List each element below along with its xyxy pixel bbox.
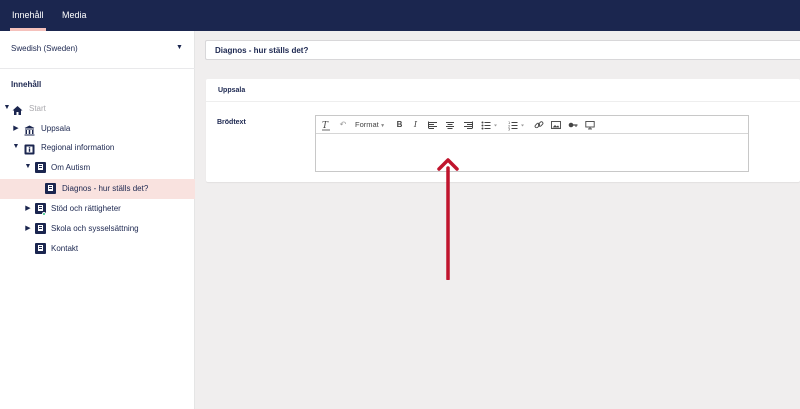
image-icon[interactable] bbox=[551, 119, 561, 131]
caret-right-icon[interactable]: ▶ bbox=[24, 204, 32, 212]
rte-toolbar: T ↶ Format ▼ B I 123 bbox=[316, 116, 748, 134]
rte-content-area[interactable] bbox=[316, 135, 748, 171]
tree-item-stod-och-rattigheter[interactable]: ▶ Stöd och rättigheter bbox=[0, 199, 195, 219]
tree-item-skola-och-sysselsattning[interactable]: ▶ Skola och sysselsättning bbox=[0, 219, 195, 239]
property-group-panel: Uppsala Brödtext T ↶ Format ▼ B I 1 2 3 bbox=[206, 79, 800, 182]
caret-down-icon[interactable]: ▼ bbox=[3, 104, 11, 111]
rich-text-editor: T ↶ Format ▼ B I 123 bbox=[315, 115, 749, 172]
tree-item-kontakt[interactable]: Kontakt bbox=[0, 239, 195, 259]
node-name-input[interactable]: Diagnos - hur ställs det? bbox=[205, 40, 800, 60]
status-dot-icon bbox=[42, 212, 46, 216]
chevron-down-icon: ▼ bbox=[176, 44, 183, 51]
bold-icon[interactable]: B bbox=[395, 119, 404, 131]
tab-media[interactable]: Media bbox=[62, 0, 87, 31]
svg-text:T: T bbox=[322, 121, 329, 131]
annotation-arrow-icon bbox=[437, 158, 459, 280]
svg-text:3: 3 bbox=[508, 128, 510, 132]
format-dropdown[interactable]: Format ▼ bbox=[355, 119, 389, 131]
remove-format-icon[interactable]: T bbox=[321, 119, 331, 131]
language-selector-value: Swedish (Sweden) bbox=[11, 44, 78, 53]
document-icon bbox=[35, 162, 46, 173]
align-right-icon[interactable] bbox=[463, 119, 473, 131]
tree-item-label: Uppsala bbox=[41, 124, 71, 133]
language-selector[interactable]: Swedish (Sweden) ▼ bbox=[0, 31, 195, 69]
caret-down-icon[interactable]: ▼ bbox=[24, 163, 32, 170]
tree-item-label: Start bbox=[29, 104, 46, 113]
bullet-list-icon[interactable] bbox=[481, 119, 499, 131]
content-tree-sidebar: Swedish (Sweden) ▼ Innehåll ▼ Start ▶ Up… bbox=[0, 31, 195, 409]
tree-item-label: Regional information bbox=[41, 143, 115, 152]
info-doc-icon bbox=[24, 142, 35, 155]
caret-down-icon[interactable]: ▼ bbox=[12, 143, 20, 150]
group-header: Uppsala bbox=[206, 79, 800, 102]
tree-heading: Innehåll bbox=[11, 80, 42, 89]
tree-item-om-autism[interactable]: ▼ Om Autism bbox=[0, 158, 195, 178]
tree-item-label: Kontakt bbox=[51, 244, 79, 253]
home-icon bbox=[12, 103, 23, 115]
document-icon bbox=[35, 223, 46, 234]
format-dropdown-label: Format bbox=[355, 120, 379, 129]
caret-right-icon[interactable]: ▶ bbox=[24, 224, 32, 232]
tree-item-uppsala[interactable]: ▶ Uppsala bbox=[0, 119, 195, 139]
group-title: Uppsala bbox=[218, 87, 246, 94]
tree-item-regional-information[interactable]: ▼ Regional information bbox=[0, 138, 195, 158]
undo-icon[interactable]: ↶ bbox=[338, 119, 348, 131]
document-icon bbox=[35, 243, 46, 254]
document-icon bbox=[45, 183, 56, 194]
chevron-down-icon: ▼ bbox=[378, 123, 386, 129]
align-center-icon[interactable] bbox=[445, 119, 455, 131]
tree-item-label: Om Autism bbox=[51, 163, 91, 172]
top-navigation-bar: Innehåll Media bbox=[0, 0, 800, 31]
building-icon bbox=[24, 123, 35, 136]
tree-item-label: Skola och sysselsättning bbox=[51, 224, 139, 233]
property-label: Brödtext bbox=[217, 119, 246, 126]
tree-item-label: Diagnos - hur ställs det? bbox=[62, 184, 149, 193]
align-left-icon[interactable] bbox=[428, 119, 438, 131]
embed-icon[interactable] bbox=[585, 119, 595, 131]
node-name-value: Diagnos - hur ställs det? bbox=[215, 46, 309, 55]
tree-item-start[interactable]: ▼ Start bbox=[0, 99, 195, 119]
italic-icon[interactable]: I bbox=[411, 119, 420, 131]
numbered-list-icon[interactable]: 123 bbox=[508, 119, 526, 131]
caret-right-icon[interactable]: ▶ bbox=[12, 124, 20, 132]
link-icon[interactable] bbox=[534, 119, 544, 131]
macro-icon[interactable] bbox=[568, 119, 578, 131]
tree-item-label: Stöd och rättigheter bbox=[51, 204, 121, 213]
tab-content[interactable]: Innehåll bbox=[10, 0, 46, 31]
tree-item-diagnos[interactable]: Diagnos - hur ställs det? bbox=[0, 179, 195, 199]
